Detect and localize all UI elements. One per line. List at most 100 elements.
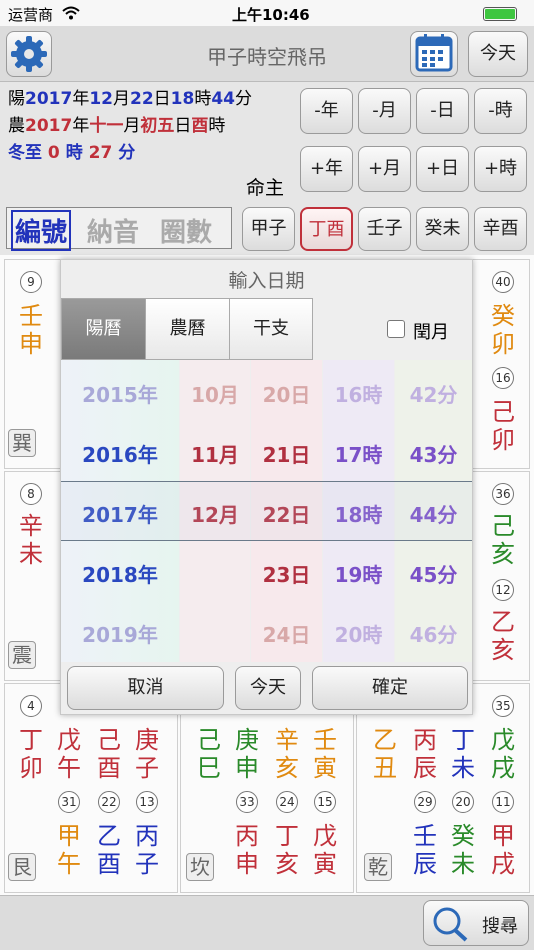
- pillar-button[interactable]: 癸未: [416, 207, 469, 251]
- branch-char: 寅: [313, 754, 337, 782]
- palace-label: 巽: [8, 429, 36, 457]
- stem-char: 癸: [491, 302, 515, 330]
- battery-icon: [483, 7, 517, 21]
- stem-char: 戊: [57, 726, 81, 754]
- minus-year-button[interactable]: -年: [300, 88, 353, 134]
- picker-value: 19時: [334, 563, 383, 587]
- stem-char: 辛: [275, 726, 299, 754]
- cell-number: 8: [20, 483, 42, 505]
- cell-number: 9: [20, 271, 42, 293]
- minus-hour-button[interactable]: -時: [474, 88, 527, 134]
- segment-solar[interactable]: 陽曆: [61, 298, 146, 360]
- branch-char: 辰: [413, 850, 437, 878]
- plus-month-button[interactable]: +月: [358, 146, 411, 192]
- branch-char: 戌: [491, 754, 515, 782]
- cancel-button[interactable]: 取消: [67, 666, 224, 710]
- date-picker-dialog: 輸入日期 陽曆 農曆 干支 閏月 2015年 2016年 2017年 2018年…: [60, 259, 473, 715]
- branch-char: 子: [135, 850, 159, 878]
- stem-char: 戊: [313, 822, 337, 850]
- branch-char: 酉: [97, 754, 121, 782]
- picker-value: 46分: [409, 623, 458, 647]
- search-button[interactable]: 搜尋: [423, 900, 529, 946]
- branch-char: 未: [451, 850, 475, 878]
- picker-value: 23日: [262, 563, 311, 587]
- gear-icon: [11, 36, 47, 72]
- cell-number: 35: [492, 695, 514, 717]
- pillar-button[interactable]: 壬子: [358, 207, 411, 251]
- pillar-button-selected[interactable]: 丁酉: [300, 207, 353, 251]
- confirm-button[interactable]: 確定: [312, 666, 468, 710]
- stem-char: 甲: [491, 822, 515, 850]
- segment-ganzhi[interactable]: 干支: [229, 298, 313, 360]
- stem-char: 乙: [373, 726, 397, 754]
- calendar-button[interactable]: [410, 31, 458, 77]
- search-icon: [433, 907, 468, 942]
- branch-char: 戌: [491, 850, 515, 878]
- branch-char: 申: [19, 330, 43, 358]
- cell-number: 36: [492, 483, 514, 505]
- picker-value: 2015年: [82, 383, 158, 407]
- stem-char: 庚: [235, 726, 259, 754]
- dialog-title: 輸入日期: [228, 270, 305, 292]
- wifi-icon: [62, 6, 80, 20]
- dialog-today-button[interactable]: 今天: [235, 666, 301, 710]
- pillar-button[interactable]: 甲子: [242, 207, 295, 251]
- cell-number: 24: [276, 791, 298, 813]
- picker-selection-band: [61, 481, 472, 541]
- calendar-icon: [415, 34, 453, 72]
- palace-label: 乾: [364, 853, 392, 881]
- plus-day-button[interactable]: +日: [416, 146, 469, 192]
- stem-char: 己: [491, 398, 515, 426]
- cell-number: 15: [314, 791, 336, 813]
- cell-number: 29: [414, 791, 436, 813]
- bottom-bar: 搜尋: [0, 895, 534, 950]
- picker-value: 45分: [409, 563, 458, 587]
- branch-char: 寅: [313, 850, 337, 878]
- tab-nayin[interactable]: 納音: [87, 212, 139, 249]
- branch-char: 辰: [413, 754, 437, 782]
- cell-number: 12: [492, 579, 514, 601]
- picker-value: 43分: [409, 443, 458, 467]
- branch-char: 亥: [491, 636, 515, 664]
- cell-number: 31: [58, 791, 80, 813]
- stem-char: 乙: [491, 608, 515, 636]
- leap-month-checkbox[interactable]: [387, 320, 405, 338]
- segment-lunar[interactable]: 農曆: [145, 298, 230, 360]
- stem-char: 己: [197, 726, 221, 754]
- tab-number[interactable]: 編號: [11, 210, 72, 251]
- palace-label: 震: [8, 641, 36, 669]
- stem-char: 丁: [451, 726, 475, 754]
- branch-char: 未: [19, 540, 43, 568]
- mode-tabs: 編號 納音 圈數: [6, 207, 232, 251]
- stem-char: 丁: [275, 822, 299, 850]
- page-title: 甲子時空飛吊: [207, 45, 327, 69]
- stem-char: 癸: [451, 822, 475, 850]
- pillar-button[interactable]: 辛酉: [474, 207, 527, 251]
- picker-value: 2018年: [82, 563, 158, 587]
- stem-char: 丙: [413, 726, 437, 754]
- cell-number: 33: [236, 791, 258, 813]
- status-bar: 运营商 上午10:46: [0, 0, 534, 26]
- picker-value: 11月: [191, 443, 239, 467]
- cell-number: 13: [136, 791, 158, 813]
- branch-char: 申: [235, 754, 259, 782]
- stem-char: 己: [491, 512, 515, 540]
- stem-char: 丙: [135, 822, 159, 850]
- settings-button[interactable]: [6, 31, 52, 77]
- stem-char: 丁: [19, 726, 43, 754]
- stem-char: 甲: [57, 822, 81, 850]
- picker-value: 20日: [262, 383, 311, 407]
- minus-month-button[interactable]: -月: [358, 88, 411, 134]
- cell-number: 22: [98, 791, 120, 813]
- picker-value: 16時: [334, 383, 383, 407]
- palace-label: 艮: [8, 853, 36, 881]
- clock: 上午10:46: [232, 6, 310, 24]
- palace-label: 坎: [186, 853, 214, 881]
- cell-number: 11: [492, 791, 514, 813]
- minus-day-button[interactable]: -日: [416, 88, 469, 134]
- today-button[interactable]: 今天: [468, 31, 528, 77]
- solar-date: 陽2017年12月22日18時44分: [8, 89, 253, 109]
- plus-hour-button[interactable]: +時: [474, 146, 527, 192]
- plus-year-button[interactable]: +年: [300, 146, 353, 192]
- tab-circles[interactable]: 圈數: [160, 212, 212, 249]
